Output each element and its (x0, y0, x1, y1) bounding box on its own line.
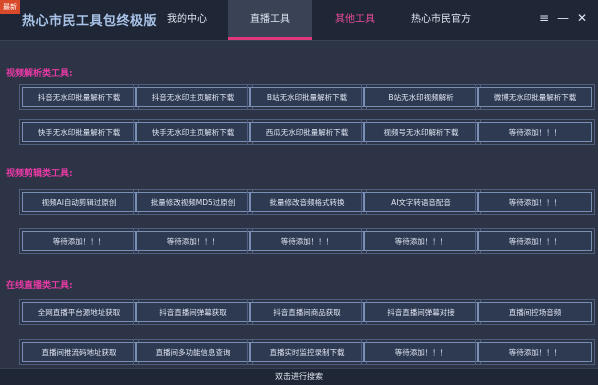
tool-button[interactable]: B站无水印视频解析 (361, 84, 481, 110)
active-tab-indicator (228, 37, 312, 40)
tool-button[interactable]: 视频AI自动剪辑过原创 (19, 189, 139, 215)
app-title: 热心市民工具包终极版 (22, 14, 158, 29)
tool-button[interactable]: 直播间控场音频 (475, 299, 595, 325)
tool-button[interactable]: 等待添加！！！ (133, 228, 253, 254)
tab-live-tools[interactable]: 直播工具 (228, 0, 312, 40)
section-title-video-parse: 视频解析类工具: (6, 69, 73, 79)
tool-button[interactable]: 等待添加！！！ (475, 119, 595, 145)
close-icon[interactable]: ✕ (575, 11, 589, 25)
tool-button[interactable]: 直播间推流码地址获取 (19, 339, 139, 365)
tab-official[interactable]: 热心市民官方 (396, 0, 486, 40)
tool-button[interactable]: 微博无水印批量解析下载 (475, 84, 595, 110)
tool-button[interactable]: B站无水印批量解析下载 (247, 84, 367, 110)
tool-button[interactable]: AI文字转语音配音 (361, 189, 481, 215)
tool-button[interactable]: 抖音无水印主页解析下载 (133, 84, 253, 110)
tool-button[interactable]: 等待添加！！！ (247, 228, 367, 254)
hamburger-icon[interactable]: ≡ (537, 11, 551, 25)
tool-button[interactable]: 全网直播平台源地址获取 (19, 299, 139, 325)
tool-button[interactable]: 直播间多功能信息查询 (133, 339, 253, 365)
tool-button[interactable]: 等待添加！！！ (475, 228, 595, 254)
tab-live-tools-label: 直播工具 (250, 14, 290, 25)
tool-button[interactable]: 等待添加！！！ (475, 339, 595, 365)
tool-button[interactable]: 等待添加！！！ (361, 339, 481, 365)
tool-button[interactable]: 抖音无水印批量解析下载 (19, 84, 139, 110)
tool-button[interactable]: 西瓜无水印批量解析下载 (247, 119, 367, 145)
section-title-video-edit: 视频剪辑类工具: (6, 169, 73, 179)
tool-button[interactable]: 批量修改视频MD5过原创 (133, 189, 253, 215)
search-footer[interactable]: 双击进行搜索 (0, 368, 598, 385)
new-badge: 最新 (0, 0, 20, 14)
section-title-live: 在线直播类工具: (6, 281, 73, 291)
tab-my-center[interactable]: 我的中心 (142, 0, 232, 40)
minimize-icon[interactable]: — (556, 11, 570, 25)
tool-button[interactable]: 等待添加！！！ (361, 228, 481, 254)
tool-button[interactable]: 视频号无水印解析下载 (361, 119, 481, 145)
tool-button[interactable]: 快手无水印主页解析下载 (133, 119, 253, 145)
tool-button[interactable]: 快手无水印批量解析下载 (19, 119, 139, 145)
tool-button[interactable]: 等待添加！！！ (475, 189, 595, 215)
tool-button[interactable]: 批量修改音频格式转换 (247, 189, 367, 215)
tool-button[interactable]: 等待添加！！！ (19, 228, 139, 254)
tool-button[interactable]: 抖音直播间弹幕对接 (361, 299, 481, 325)
title-bar: 最新 热心市民工具包终极版 我的中心 直播工具 其他工具 热心市民官方 ≡ — … (0, 0, 598, 41)
tab-other-tools[interactable]: 其他工具 (312, 0, 398, 40)
tool-button[interactable]: 抖音直播间商品获取 (247, 299, 367, 325)
tool-button[interactable]: 直播实时监控录制下载 (247, 339, 367, 365)
tool-button[interactable]: 抖音直播间弹幕获取 (133, 299, 253, 325)
